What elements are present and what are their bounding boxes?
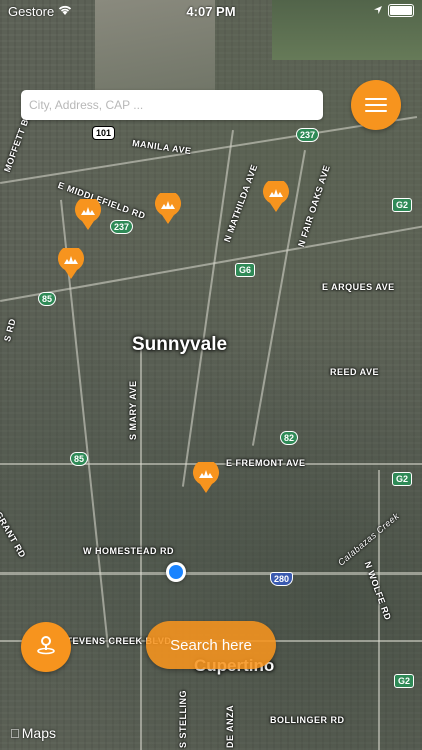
road-label: E ARQUES AVE <box>322 282 395 292</box>
menu-icon <box>365 98 387 100</box>
menu-icon <box>365 110 387 112</box>
road-label: GRANT RD <box>0 510 28 560</box>
road <box>0 572 422 575</box>
highway-shield: 82 <box>280 431 299 445</box>
road-label: DE ANZA <box>225 704 235 748</box>
location-arrow-icon <box>373 3 383 18</box>
clock: 4:07 PM <box>186 4 236 19</box>
road-label: Calabazas Creek <box>336 510 402 568</box>
road <box>0 115 418 184</box>
road-label: BOLLINGER RD <box>270 715 345 725</box>
attribution-label: Maps <box>12 725 56 741</box>
menu-button[interactable] <box>351 80 401 130</box>
road-label: S RD <box>2 317 18 343</box>
search-input[interactable] <box>21 90 323 120</box>
highway-shield: G6 <box>235 263 256 277</box>
apple-logo-icon:  <box>10 726 20 741</box>
highway-shield: 237 <box>110 220 134 234</box>
highway-shield: 101 <box>92 126 116 140</box>
highway-shield: 85 <box>38 292 57 306</box>
search-here-button[interactable]: Search here <box>146 621 276 669</box>
map-pin-icon <box>35 634 57 661</box>
road <box>140 340 142 750</box>
battery-icon <box>388 4 414 17</box>
highway-shield: G2 <box>394 674 415 688</box>
location-pin-icon[interactable] <box>192 462 220 493</box>
highway-shield: G2 <box>392 198 413 212</box>
locate-me-button[interactable] <box>21 622 71 672</box>
highway-shield: 237 <box>296 128 320 142</box>
location-pin-icon[interactable] <box>262 181 290 212</box>
road-label: E FREMONT AVE <box>226 458 306 468</box>
highway-shield: 85 <box>70 452 89 466</box>
city-label-sunnyvale: Sunnyvale <box>132 334 228 355</box>
status-bar: Gestore 4:07 PM <box>0 0 422 22</box>
road-label: REED AVE <box>330 367 380 377</box>
location-pin-icon[interactable] <box>74 199 102 230</box>
road-label: W HOMESTEAD RD <box>83 546 174 556</box>
location-pin-icon[interactable] <box>154 193 182 224</box>
road-label: MANILA AVE <box>131 137 193 157</box>
highway-shield: 280 <box>270 572 294 586</box>
highway-shield: G2 <box>392 472 413 486</box>
status-right <box>373 3 414 18</box>
road-label: S STELLING <box>178 689 188 748</box>
menu-icon <box>365 104 387 106</box>
user-location-dot <box>166 562 186 582</box>
location-pin-icon[interactable] <box>57 248 85 279</box>
maps-attribution[interactable]:  Maps <box>10 725 56 741</box>
road <box>181 130 234 487</box>
road-label: S MARY AVE <box>128 380 138 440</box>
